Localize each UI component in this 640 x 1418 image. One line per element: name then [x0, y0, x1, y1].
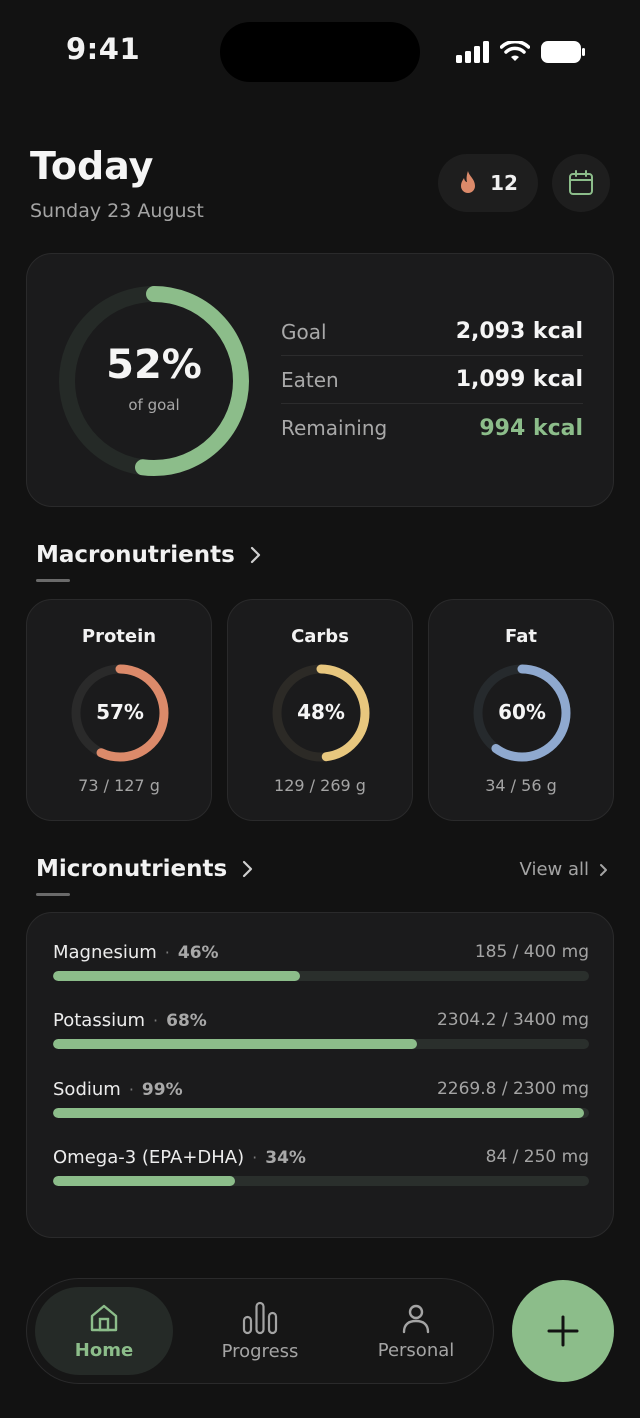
nav-progress[interactable]: Progress — [191, 1287, 329, 1375]
macro-amount: 129 / 269 g — [274, 776, 366, 795]
add-button[interactable] — [512, 1280, 614, 1382]
macro-percent: 60% — [498, 700, 546, 724]
stat-value: 1,099 kcal — [455, 367, 583, 392]
stat-label: Eaten — [281, 367, 339, 392]
micro-progress-bar — [53, 971, 589, 981]
home-icon — [90, 1304, 118, 1331]
macro-percent: 57% — [96, 700, 144, 724]
bottom-nav: Home Progress Personal — [26, 1278, 494, 1384]
battery-icon — [541, 41, 585, 63]
status-time: 9:41 — [66, 32, 141, 66]
status-icons — [456, 40, 586, 64]
chevron-right-icon — [250, 546, 260, 564]
nav-label: Home — [74, 1339, 134, 1361]
separator-dot: · — [128, 1079, 134, 1099]
micro-progress-bar — [53, 1039, 589, 1049]
calorie-summary-card[interactable]: 52% of goal Goal 2,093 kcal Eaten 1,099 … — [26, 253, 614, 507]
chevron-right-icon — [600, 863, 607, 876]
micro-percent: 46% — [177, 942, 219, 963]
nav-personal[interactable]: Personal — [347, 1287, 485, 1375]
stat-label: Goal — [281, 319, 327, 344]
plus-icon — [547, 1315, 579, 1347]
stat-value: 994 kcal — [479, 415, 583, 441]
status-bar: 9:41 — [0, 0, 640, 100]
section-underline — [36, 893, 70, 896]
stat-label: Remaining — [281, 416, 388, 440]
calorie-progress-ring: 52% of goal — [57, 284, 251, 478]
macro-ring: 48% — [270, 662, 372, 764]
micro-amount: 84 / 250 mg — [485, 1147, 589, 1167]
stat-row-eaten: Eaten 1,099 kcal — [281, 356, 583, 404]
person-icon — [402, 1304, 430, 1333]
flame-icon — [461, 171, 476, 193]
micro-percent: 34% — [265, 1147, 306, 1168]
micro-row-magnesium: Magnesium · 46% 185 / 400 mg — [53, 937, 589, 997]
streak-count: 12 — [490, 171, 518, 195]
macro-name: Fat — [505, 626, 537, 647]
view-all-label: View all — [519, 859, 589, 880]
nav-home[interactable]: Home — [35, 1287, 173, 1375]
macro-ring: 57% — [69, 662, 171, 764]
micro-amount: 2269.8 / 2300 mg — [436, 1079, 589, 1099]
micro-progress-bar — [53, 1108, 589, 1118]
separator-dot: · — [164, 942, 170, 962]
micro-percent: 99% — [141, 1079, 183, 1100]
micro-name: Magnesium — [53, 941, 157, 963]
chevron-right-icon — [243, 860, 253, 878]
page-date: Sunday 23 August — [30, 200, 204, 222]
separator-dot: · — [252, 1147, 258, 1167]
macro-card-fat[interactable]: Fat 60% 34 / 56 g — [428, 599, 614, 821]
stat-row-goal: Goal 2,093 kcal — [281, 308, 583, 356]
micros-title: Micronutrients — [36, 856, 228, 882]
macro-percent: 48% — [297, 700, 345, 724]
micronutrients-card[interactable]: Magnesium · 46% 185 / 400 mg Potassium · 68%… — [26, 912, 614, 1238]
micro-row-omega3: Omega-3 (EPA+DHA) · 34% 84 / 250 mg — [53, 1142, 589, 1202]
stat-row-remaining: Remaining 994 kcal — [281, 404, 583, 452]
macro-name: Protein — [81, 626, 157, 647]
macro-ring: 60% — [471, 662, 573, 764]
nav-label: Progress — [221, 1340, 299, 1362]
micro-amount: 2304.2 / 3400 mg — [436, 1010, 589, 1030]
section-underline — [36, 579, 70, 582]
micro-name: Sodium — [53, 1078, 121, 1100]
micro-percent: 68% — [166, 1010, 207, 1031]
micros-section-header[interactable]: Micronutrients — [36, 856, 253, 882]
separator-dot: · — [153, 1010, 159, 1030]
micro-progress-fill — [53, 971, 300, 981]
micro-progress-fill — [53, 1108, 584, 1118]
stat-value: 2,093 kcal — [455, 319, 583, 344]
micro-name: Omega-3 (EPA+DHA) — [53, 1146, 245, 1168]
micro-progress-fill — [53, 1039, 418, 1049]
chart-icon — [242, 1301, 278, 1334]
macro-name: Carbs — [291, 626, 349, 647]
calendar-icon — [569, 170, 593, 195]
streak-button[interactable]: 12 — [438, 154, 538, 212]
micro-row-sodium: Sodium · 99% 2269.8 / 2300 mg — [53, 1074, 589, 1134]
dynamic-island — [220, 22, 420, 82]
nav-label: Personal — [377, 1339, 455, 1361]
page-title: Today — [30, 144, 154, 188]
calendar-button[interactable] — [552, 154, 610, 212]
calorie-stats: Goal 2,093 kcal Eaten 1,099 kcal Remaini… — [281, 308, 583, 452]
calorie-percent: 52% — [106, 342, 202, 388]
macro-card-carbs[interactable]: Carbs 48% 129 / 269 g — [227, 599, 413, 821]
micro-progress-bar — [53, 1176, 589, 1186]
macros-section-header[interactable]: Macronutrients — [36, 542, 261, 568]
wifi-icon — [500, 41, 530, 61]
micro-amount: 185 / 400 mg — [474, 942, 589, 962]
macro-amount: 73 / 127 g — [78, 776, 160, 795]
micro-progress-fill — [53, 1176, 236, 1186]
view-all-link[interactable]: View all — [520, 859, 608, 880]
micro-name: Potassium — [53, 1009, 146, 1031]
macros-title: Macronutrients — [36, 542, 235, 568]
signal-icon — [456, 41, 489, 63]
macro-card-protein[interactable]: Protein 57% 73 / 127 g — [26, 599, 212, 821]
macro-amount: 34 / 56 g — [485, 776, 557, 795]
micro-row-potassium: Potassium · 68% 2304.2 / 3400 mg — [53, 1005, 589, 1065]
calorie-percent-caption: of goal — [128, 396, 180, 414]
